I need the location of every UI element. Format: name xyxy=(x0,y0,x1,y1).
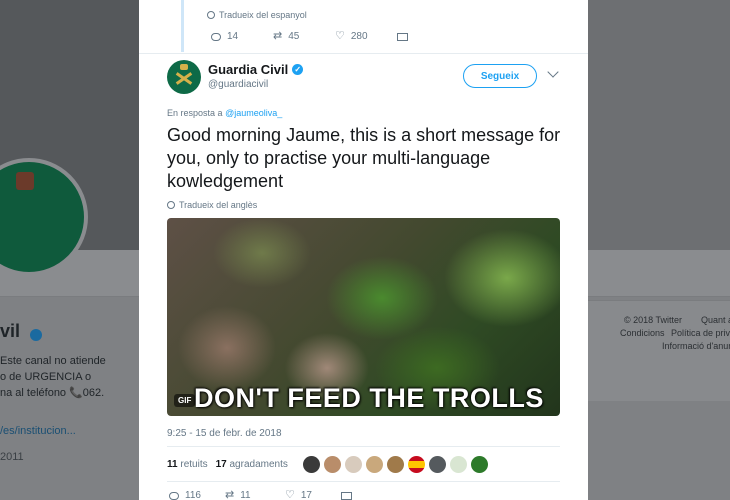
bio-line-1: Este canal no atiende xyxy=(0,355,106,367)
display-name: Guardia Civil xyxy=(208,62,289,77)
footer-conditions-link[interactable]: Condicions xyxy=(620,328,665,338)
footer-about-link[interactable]: Quant a xyxy=(701,315,730,325)
chevron-down-icon[interactable] xyxy=(547,66,559,78)
divider xyxy=(167,481,560,482)
author-avatar[interactable] xyxy=(167,60,201,94)
direct-message-button[interactable] xyxy=(397,32,408,41)
heart-icon: ♡ xyxy=(335,30,345,42)
translate-label: Tradueix del espanyol xyxy=(219,10,307,20)
footer-copyright: © 2018 Twitter xyxy=(624,315,682,325)
profile-website-link[interactable]: /es/institucion... xyxy=(0,424,76,439)
liker-avatar[interactable] xyxy=(408,456,425,473)
liker-avatar[interactable] xyxy=(324,456,341,473)
author-name[interactable]: Guardia Civil ✓ xyxy=(208,62,304,77)
tweet-text: Good morning Jaume, this is a short mess… xyxy=(167,125,561,191)
likes-stat[interactable]: 17 agradaments xyxy=(216,459,288,470)
liker-avatar[interactable] xyxy=(471,456,488,473)
translate-button[interactable]: Tradueix del anglès xyxy=(167,200,257,210)
divider xyxy=(167,446,560,447)
verified-icon xyxy=(30,329,42,341)
tweet-actions: 116 ⇄ 11 ♡ 17 xyxy=(169,490,352,500)
tweet-stats: 11 retuits 17 agradaments xyxy=(167,459,288,470)
envelope-icon xyxy=(397,32,408,41)
retweet-count: 11 xyxy=(240,490,251,500)
direct-message-button[interactable] xyxy=(341,491,352,500)
divider xyxy=(139,53,588,54)
reply-button[interactable]: 116 xyxy=(169,490,225,500)
reply-prefix: En resposta a xyxy=(167,108,223,118)
reply-button[interactable]: 14 xyxy=(211,31,273,42)
like-button[interactable]: ♡ 17 xyxy=(285,490,341,500)
envelope-icon xyxy=(341,491,352,500)
author-handle[interactable]: @guardiacivil xyxy=(208,79,268,90)
liker-avatar[interactable] xyxy=(345,456,362,473)
heart-icon: ♡ xyxy=(285,489,295,500)
reply-mention-link[interactable]: @jaumeoliva_ xyxy=(225,108,282,118)
follow-button[interactable]: Segueix xyxy=(463,64,537,88)
reply-context: En resposta a @jaumeoliva_ xyxy=(167,108,282,118)
bio-line-3: na al teléfono 📞062. xyxy=(0,387,105,399)
retweet-icon: ⇄ xyxy=(225,489,235,500)
like-button[interactable]: ♡ 280 xyxy=(335,30,397,43)
retweet-button[interactable]: ⇄ 11 xyxy=(225,490,285,500)
previous-tweet-actions: 14 ⇄ 45 ♡ 280 xyxy=(211,31,408,42)
reply-count: 14 xyxy=(227,31,239,42)
globe-icon xyxy=(167,201,175,209)
retweet-count: 45 xyxy=(288,31,300,42)
liker-avatar[interactable] xyxy=(387,456,404,473)
like-count: 280 xyxy=(350,31,368,42)
profile-name-fragment: vil xyxy=(0,321,21,341)
footer-ads-link[interactable]: Informació d'anur xyxy=(662,341,730,351)
liker-avatar[interactable] xyxy=(429,456,446,473)
retweets-stat[interactable]: 11 retuits xyxy=(167,459,208,470)
footer-privacy-link[interactable]: Política de priva xyxy=(671,328,730,338)
like-count: 17 xyxy=(300,490,312,500)
verified-icon: ✓ xyxy=(292,64,304,75)
liker-avatar[interactable] xyxy=(450,456,467,473)
likers-avatars xyxy=(303,456,488,473)
gif-caption: DON'T FEED THE TROLLS xyxy=(194,383,544,413)
reply-icon xyxy=(211,32,221,41)
tweet-timestamp[interactable]: 9:25 - 15 de febr. de 2018 xyxy=(167,428,282,439)
profile-joined-year: 2011 xyxy=(0,451,24,463)
gif-media[interactable]: GIF DON'T FEED THE TROLLS xyxy=(167,218,560,416)
liker-avatar[interactable] xyxy=(303,456,320,473)
bio-line-2: o de URGENCIA o xyxy=(0,371,92,383)
gif-badge: GIF xyxy=(174,394,196,407)
globe-icon xyxy=(207,11,215,19)
reply-icon xyxy=(169,491,179,500)
previous-tweet-translate[interactable]: Tradueix del espanyol xyxy=(207,10,307,20)
retweet-button[interactable]: ⇄ 45 xyxy=(273,30,335,43)
tweet-modal: Tradueix del espanyol 14 ⇄ 45 ♡ 280 Guar… xyxy=(139,0,588,500)
translate-label: Tradueix del anglès xyxy=(179,200,258,210)
thread-line xyxy=(181,0,184,52)
retweet-icon: ⇄ xyxy=(273,30,283,42)
reply-count: 116 xyxy=(185,490,201,500)
liker-avatar[interactable] xyxy=(366,456,383,473)
